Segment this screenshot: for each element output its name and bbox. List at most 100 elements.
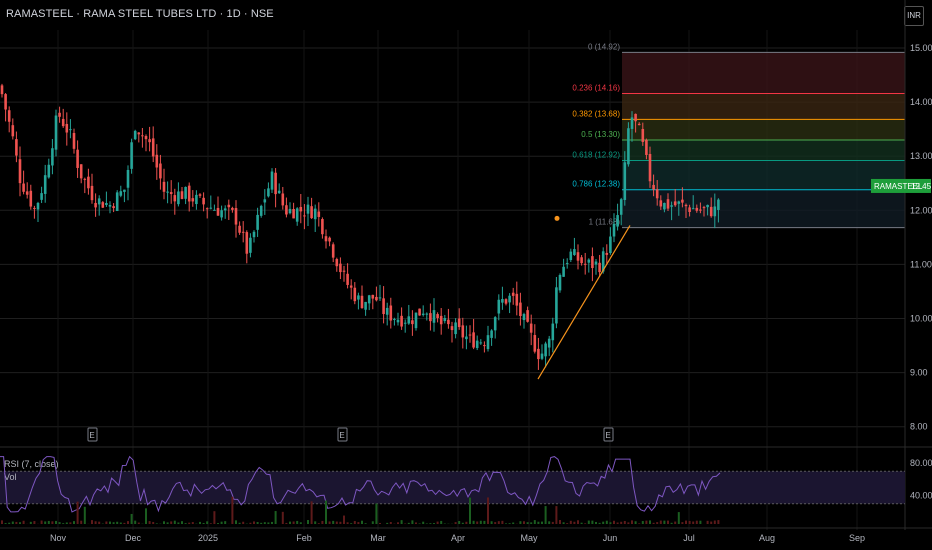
candle-body — [493, 317, 497, 331]
candle-body — [79, 164, 83, 179]
candle-body — [688, 207, 691, 212]
volume-bar — [325, 500, 327, 524]
price-tick-label: 11.00 — [910, 259, 932, 269]
candle-body — [501, 299, 504, 303]
volume-bar — [130, 513, 133, 524]
candle-body — [396, 319, 400, 323]
fib-level-label: 0.786 (12.38) — [572, 180, 620, 189]
earnings-markers[interactable]: EEE — [87, 427, 614, 442]
volume-bar — [397, 522, 399, 524]
volume-bar — [127, 521, 129, 524]
candle-body — [490, 330, 493, 338]
candle-body — [306, 204, 310, 214]
candle-body — [166, 191, 169, 193]
volume-bar — [350, 523, 353, 524]
time-tick-label: Dec — [125, 533, 142, 543]
volume-bar — [472, 520, 475, 524]
fib-zone — [622, 160, 905, 190]
volume-bar — [335, 521, 338, 524]
volume-bar — [501, 520, 504, 524]
volume-bar — [307, 520, 309, 524]
candle-body — [65, 123, 69, 133]
candle-body — [234, 208, 238, 225]
volume-bar — [8, 522, 11, 524]
volume-bar — [231, 496, 234, 524]
candle-body — [187, 185, 191, 202]
volume-bar — [116, 521, 119, 524]
volume-bar — [44, 521, 47, 524]
volume-bar — [292, 521, 295, 524]
volume-bar — [519, 521, 522, 524]
candle-body — [706, 204, 709, 208]
candle-body — [335, 259, 339, 267]
volume-bar — [688, 520, 691, 524]
candle-body — [673, 201, 677, 206]
volume-bar — [591, 520, 594, 524]
volume-bar — [411, 520, 414, 524]
candle-body — [238, 225, 241, 233]
candle-body — [162, 181, 166, 192]
candle-body — [558, 274, 562, 291]
candle-body — [270, 171, 274, 190]
candle-body — [202, 197, 205, 205]
volume-bar — [271, 521, 273, 524]
volume-bar — [631, 520, 633, 524]
candle-body — [151, 138, 155, 157]
volume-bar — [163, 521, 165, 524]
candle-body — [263, 199, 267, 203]
candle-body — [598, 262, 601, 273]
volume-bar — [299, 522, 302, 524]
volume-bar — [321, 520, 324, 524]
price-chart[interactable]: 0 (14.92) 0.236 (14.16) 0.382 (13.68) 0.5 (… — [0, 0, 932, 550]
volume-bar — [537, 521, 540, 524]
candle-body — [0, 85, 4, 95]
volume-bar — [148, 521, 151, 524]
volume-bar — [65, 522, 68, 524]
volume-bar — [1, 520, 3, 524]
volume-bar — [436, 521, 439, 524]
volume-bar — [155, 523, 158, 524]
volume-bar — [51, 521, 54, 524]
fib-zone — [622, 139, 905, 161]
candle-body — [141, 135, 144, 137]
candle-body — [677, 201, 681, 204]
candle-body — [256, 214, 259, 230]
fib-zone — [622, 119, 905, 140]
candle-body — [504, 299, 508, 304]
rsi-pane[interactable]: RSI (7, close) Vol 80.00 40.00 — [0, 446, 932, 524]
candle-body — [25, 191, 29, 195]
candle-body — [591, 256, 594, 269]
volume-bar — [699, 520, 702, 524]
trend-line[interactable] — [537, 215, 631, 380]
candle-body — [245, 232, 249, 254]
price-tick-label: 12.00 — [910, 205, 932, 215]
volume-bar — [289, 521, 291, 524]
candle-body — [717, 199, 720, 210]
candle-body — [281, 193, 285, 206]
candle-body — [310, 206, 313, 219]
candle-body — [389, 305, 393, 321]
candle-body — [33, 207, 36, 209]
time-tick-label: Jun — [603, 533, 618, 543]
candle-body — [277, 190, 281, 194]
price-tick-label: 10.00 — [910, 314, 932, 324]
volume-bar — [613, 520, 615, 524]
volume-bar — [209, 523, 212, 524]
candle-body — [605, 252, 609, 255]
candle-body — [522, 314, 526, 321]
candle-body — [15, 139, 18, 156]
candle-body — [303, 215, 306, 217]
candle-body — [403, 322, 407, 324]
volume-bar — [263, 522, 266, 524]
volume-bar — [638, 523, 641, 524]
volume-bar — [422, 521, 425, 524]
candle-body — [349, 285, 353, 288]
candle-body — [4, 94, 7, 110]
volume-bar — [213, 511, 216, 524]
volume-bar — [634, 521, 637, 524]
candle-body — [684, 204, 688, 207]
fib-level-label: 0.236 (14.16) — [572, 83, 620, 92]
volume-bar — [713, 520, 716, 524]
volume-bar — [91, 520, 93, 524]
volume-bar — [681, 522, 684, 524]
